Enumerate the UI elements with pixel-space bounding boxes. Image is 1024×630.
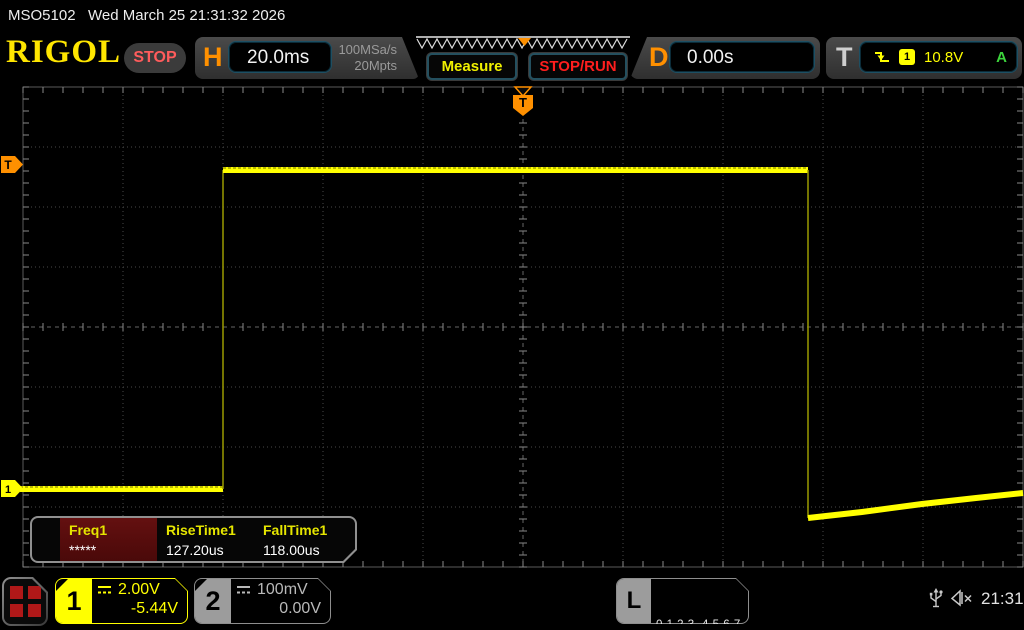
measurement-value: 118.00us <box>263 542 351 558</box>
delay-settings-group[interactable]: D 0.00s <box>630 37 820 79</box>
measurement-panel[interactable]: Freq1 ***** RiseTime1 127.20us FallTime1 118.… <box>30 516 357 563</box>
speaker-muted-icon[interactable] <box>948 589 974 608</box>
measurement-item[interactable]: FallTime1 118.00us <box>254 518 351 561</box>
trigger-sweep-mode: A <box>996 49 1007 66</box>
channel1-offset: -5.44V <box>97 600 178 618</box>
trigger-source-badge: 1 <box>899 49 915 65</box>
rigol-logo: RIGOL <box>6 36 121 69</box>
channel1-position-marker[interactable]: 1 <box>1 480 23 497</box>
acquisition-info: 100MSa/s 20Mpts <box>338 42 397 75</box>
channel2-offset: 0.00V <box>236 600 321 618</box>
measurement-item[interactable]: RiseTime1 127.20us <box>157 518 254 561</box>
measurement-item[interactable]: Freq1 ***** <box>60 518 157 561</box>
trigger-info-box[interactable]: 1 10.8V A <box>859 41 1018 73</box>
menu-grid-icon <box>4 579 46 624</box>
graticule-grid <box>23 87 1023 567</box>
measurement-name: Freq1 <box>69 522 157 538</box>
logic-label-tab[interactable]: L <box>617 579 651 623</box>
measurement-value: ***** <box>69 542 157 558</box>
title-bar: MSO5102 Wed March 25 21:31:32 2026 <box>0 0 1024 30</box>
trigger-position-marker[interactable]: T <box>513 87 533 116</box>
oscilloscope-screen: MSO5102 Wed March 25 21:31:32 2026 RIGOL… <box>0 0 1024 630</box>
measurement-name: FallTime1 <box>263 522 351 538</box>
usb-icon <box>928 587 944 611</box>
measurement-value: 127.20us <box>166 542 254 558</box>
delay-label: D <box>649 44 669 71</box>
channel2-scale: 100mV <box>257 581 308 599</box>
delay-value[interactable]: 0.00s <box>669 41 815 73</box>
channel2-badge[interactable]: 2 100mV 0.00V <box>194 578 331 624</box>
logic-row-top: 0 1 2 3 4 5 6 7 <box>656 617 745 630</box>
measurement-panel-body: Freq1 ***** RiseTime1 127.20us FallTime1 118.… <box>32 518 355 561</box>
channel1-marker-number: 1 <box>5 484 11 496</box>
trigger-level-marker[interactable]: T <box>1 156 23 173</box>
memory-depth: 20Mpts <box>338 58 397 74</box>
channel1-scale: 2.00V <box>118 581 160 599</box>
channel1-badge[interactable]: 1 2.00V -5.44V <box>55 578 188 624</box>
trigger-position-letter: T <box>519 95 527 110</box>
falling-edge-icon <box>874 50 890 64</box>
memory-waveform-preview[interactable] <box>415 36 631 53</box>
trigger-label: T <box>836 44 853 71</box>
measure-button[interactable]: Measure <box>427 53 517 80</box>
timebase-value[interactable]: 20.0ms <box>228 41 332 73</box>
horizontal-settings-group[interactable]: H 20.0ms 100MSa/s 20Mpts <box>195 37 419 79</box>
channel1-trace <box>20 168 1023 518</box>
horizontal-label: H <box>203 44 223 71</box>
trigger-settings-group[interactable]: T 1 10.8V A <box>826 37 1022 79</box>
sample-rate: 100MSa/s <box>338 42 397 58</box>
logic-channels-badge[interactable]: L 0 1 2 3 4 5 6 7 8 9 10 11 12 13 14 15 <box>616 578 749 624</box>
trigger-level-letter: T <box>4 158 12 172</box>
model-name: MSO5102 <box>8 7 76 24</box>
run-state-badge[interactable]: STOP <box>124 43 186 73</box>
dc-coupling-icon <box>97 585 112 595</box>
trigger-level-value: 10.8V <box>924 49 963 66</box>
stop-run-button[interactable]: STOP/RUN <box>529 53 627 80</box>
dc-coupling-icon <box>236 585 251 595</box>
clock-text: 21:31 <box>981 589 1024 609</box>
menu-grid-button[interactable] <box>2 577 48 626</box>
waveform-display: T T 1 <box>0 85 1024 570</box>
measurement-name: RiseTime1 <box>166 522 254 538</box>
datetime-text: Wed March 25 21:31:32 2026 <box>88 7 285 24</box>
